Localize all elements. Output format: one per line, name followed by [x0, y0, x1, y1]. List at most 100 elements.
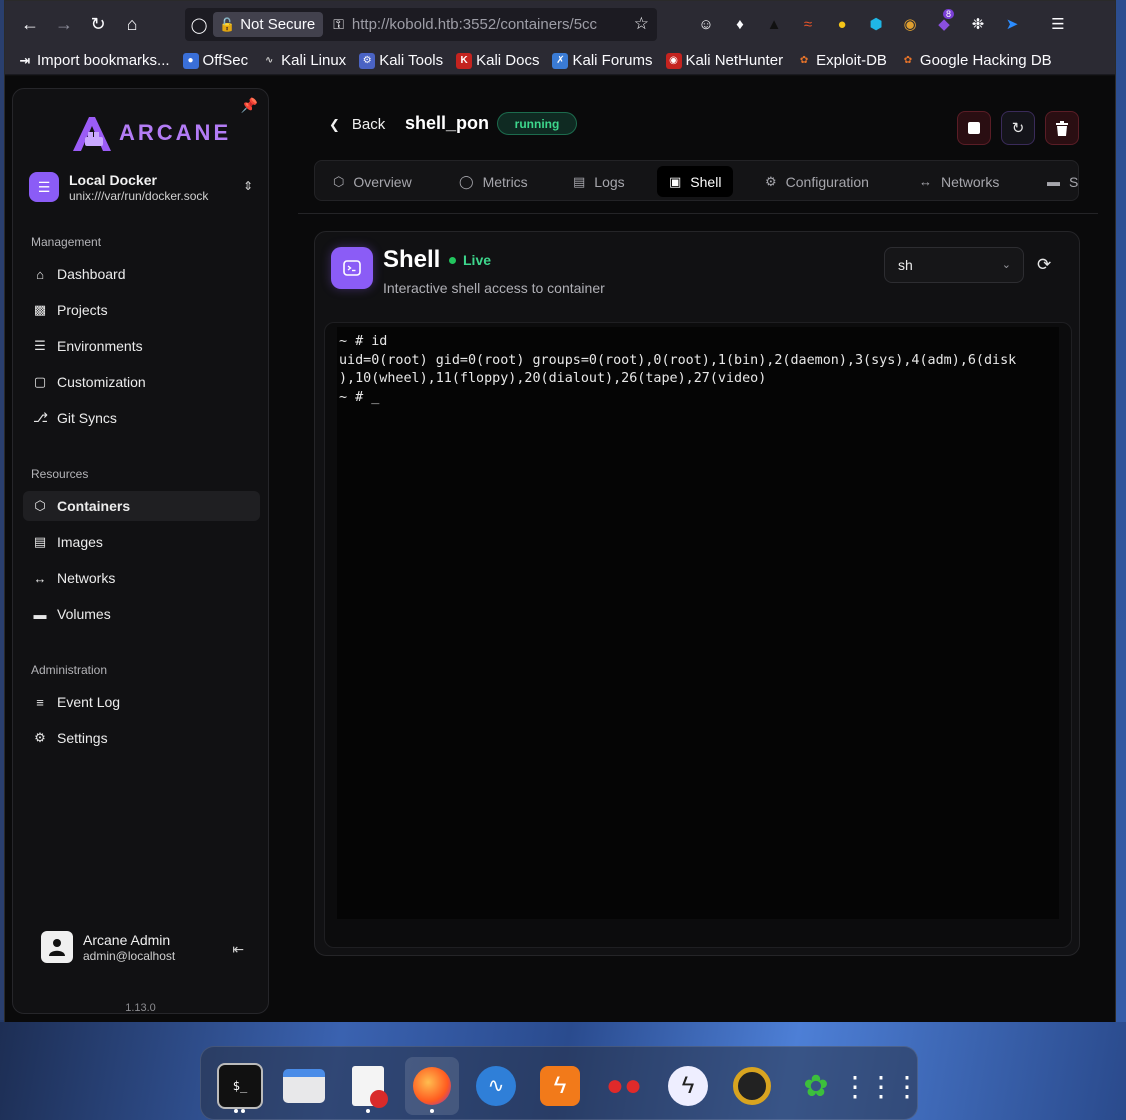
not-secure-badge[interactable]: 🔓 Not Secure — [213, 12, 324, 37]
user-email: admin@localhost — [83, 948, 176, 963]
bookmark-kali-docs[interactable]: K Kali Docs — [456, 52, 539, 69]
stop-button[interactable] — [957, 111, 991, 145]
sidebar-item-environments[interactable]: ☰ Environments — [23, 331, 260, 361]
bookmark-kali-nethunter[interactable]: ◉ Kali NetHunter — [665, 52, 783, 69]
cursor-extension-icon[interactable]: ➤ — [997, 8, 1027, 40]
hard-drive-icon: ▬ — [33, 606, 47, 622]
sidebar-item-label: Containers — [57, 498, 131, 514]
terminal-output[interactable]: ~ # id uid=0(root) gid=0(root) groups=0(r… — [337, 327, 1059, 919]
chevron-left-icon: ❮ — [329, 116, 340, 132]
sidebar-item-images[interactable]: ▤ Images — [23, 527, 260, 557]
tab-metrics[interactable]: ◯ Metrics — [447, 166, 540, 197]
taskbar-dock: $_ ∿ ϟ ●● ϟ ✿ ⋮⋮⋮ — [200, 1046, 921, 1120]
bookmark-star-icon[interactable]: ☆ — [634, 14, 649, 34]
menu-hamburger-icon[interactable]: ☰ — [1043, 8, 1073, 40]
home-icon[interactable]: ⌂ — [115, 7, 149, 41]
browser-toolbar: ← → ↻ ⌂ ◯ 🔓 Not Secure ⚿ http://kobold.h… — [5, 1, 1115, 47]
bookmark-label: Kali Tools — [379, 52, 444, 69]
bookmark-kali-forums[interactable]: ✗ Kali Forums — [552, 52, 653, 69]
bookmark-ghdb[interactable]: ✿ Google Hacking DB — [900, 52, 1052, 69]
rss-extension-icon[interactable]: ≈ — [793, 8, 823, 40]
address-bar[interactable]: ◯ 🔓 Not Secure ⚿ http://kobold.htb:3552/… — [185, 8, 657, 41]
tab-logs[interactable]: ▤ Logs — [561, 166, 637, 197]
bookmark-exploit-db[interactable]: ✿ Exploit-DB — [796, 52, 887, 69]
key-icon[interactable]: ⚿ — [333, 16, 344, 33]
parrot-app-icon[interactable]: ✿ — [793, 1063, 839, 1109]
sidebar-item-label: Settings — [57, 730, 108, 746]
sidebar-item-dashboard[interactable]: ⌂ Dashboard — [23, 259, 260, 289]
sidebar-item-event-log[interactable]: ≡ Event Log — [23, 687, 260, 717]
extension-badge: 8 — [942, 9, 954, 19]
extensions-puzzle-icon[interactable]: ♦ — [725, 8, 755, 40]
sidebar: ARCANE 📌 ☰ Local Docker unix:///var/run/… — [12, 88, 269, 1014]
sidebar-item-git-syncs[interactable]: ⎇ Git Syncs — [23, 403, 260, 433]
radare-app-icon[interactable] — [729, 1063, 775, 1109]
forward-arrow-icon[interactable]: → — [47, 7, 81, 41]
shell-title: Shell — [383, 246, 441, 273]
bookmark-offsec[interactable]: ● OffSec — [182, 52, 248, 69]
tab-overview[interactable]: ⬡ Overview — [321, 166, 424, 197]
sidebar-item-volumes[interactable]: ▬ Volumes — [23, 599, 260, 629]
files-app-icon[interactable] — [281, 1063, 327, 1109]
bookmark-kali-tools[interactable]: ⚙ Kali Tools — [359, 52, 443, 69]
cookie-editor-icon[interactable]: ❉ — [963, 8, 993, 40]
network-icon: ↔ — [33, 570, 47, 586]
hard-drive-icon: ▬ — [1047, 174, 1060, 189]
cherrytree-app-icon[interactable]: ●● — [601, 1063, 647, 1109]
arcane-logo-icon — [73, 117, 111, 151]
bookmark-label: Kali Docs — [476, 52, 540, 69]
bookmark-import[interactable]: ⇥ Import bookmarks... — [17, 52, 170, 69]
environment-switcher[interactable]: ☰ Local Docker unix:///var/run/docker.so… — [29, 167, 255, 207]
hex-extension-icon[interactable]: ⬢ — [861, 8, 891, 40]
restart-icon: ↻ — [1011, 120, 1025, 137]
back-button[interactable]: ❮ Back — [329, 116, 385, 133]
back-arrow-icon[interactable]: ← — [13, 7, 47, 41]
burpsuite-app-icon[interactable]: ϟ — [537, 1063, 583, 1109]
tab-networks[interactable]: ↔ Networks — [907, 166, 1011, 197]
terminal-app-icon[interactable]: $_ — [217, 1063, 263, 1109]
sidebar-item-label: Projects — [57, 302, 108, 318]
sidebar-item-customization[interactable]: ▢ Customization — [23, 367, 260, 397]
cookie-extension-icon[interactable]: ◉ — [895, 8, 925, 40]
account-icon[interactable]: ☺ — [691, 8, 721, 40]
file-icon: ▤ — [573, 173, 586, 189]
browser-window: ← → ↻ ⌂ ◯ 🔓 Not Secure ⚿ http://kobold.h… — [4, 0, 1116, 1022]
sidebar-item-containers[interactable]: ⬡ Containers — [23, 491, 260, 521]
zap-app-icon[interactable]: ϟ — [665, 1063, 711, 1109]
purple-extension-icon[interactable]: ◆ 8 — [929, 8, 959, 40]
delete-button[interactable] — [1045, 111, 1079, 145]
pin-icon[interactable]: 📌 — [241, 97, 258, 114]
kali-icon: ∿ — [264, 55, 274, 66]
status-badge: running — [497, 112, 577, 135]
tab-configuration[interactable]: ⚙ Configuration — [753, 166, 881, 197]
text-editor-app-icon[interactable] — [345, 1063, 391, 1109]
restart-button[interactable]: ↻ — [1001, 111, 1035, 145]
bookmark-label: Kali Linux — [281, 52, 347, 69]
reconnect-icon[interactable]: ⟳ — [1037, 255, 1051, 275]
arcane-logo[interactable]: ARCANE — [69, 113, 231, 153]
tab-storage[interactable]: ▬ St — [1035, 166, 1078, 197]
bookmark-kali-linux[interactable]: ∿ Kali Linux — [261, 52, 346, 69]
logout-icon[interactable]: ⇤ — [232, 941, 244, 958]
sidebar-item-projects[interactable]: ▩ Projects — [23, 295, 260, 325]
firefox-app-icon[interactable] — [405, 1057, 459, 1115]
terminal-container: ~ # id uid=0(root) gid=0(root) groups=0(r… — [324, 322, 1072, 948]
sidebar-item-settings[interactable]: ⚙ Settings — [23, 723, 260, 753]
wireshark-app-icon[interactable]: ∿ — [473, 1063, 519, 1109]
app-grid-icon[interactable]: ⋮⋮⋮ — [841, 1063, 921, 1109]
image-icon: ▤ — [33, 534, 47, 549]
shell-type-select[interactable]: sh ⌄ — [884, 247, 1024, 283]
sidebar-item-label: Images — [57, 534, 103, 550]
ninja-extension-icon[interactable]: ● — [827, 8, 857, 40]
sidebar-item-networks[interactable]: ↔ Networks — [23, 563, 260, 593]
user-profile[interactable]: Arcane Admin admin@localhost — [41, 931, 175, 963]
reload-icon[interactable]: ↻ — [81, 7, 115, 41]
tab-shell[interactable]: ▣ Shell — [657, 166, 734, 197]
hat-extension-icon[interactable]: ▲ — [759, 8, 789, 40]
terminal-line: ~ # _ — [339, 389, 380, 405]
url-text[interactable]: http://kobold.htb:3552/containers/5cc — [352, 16, 622, 33]
tab-label: Overview — [353, 173, 412, 190]
kali-tools-icon: ⚙ — [359, 52, 376, 69]
shell-type-value: sh — [898, 257, 913, 273]
tracking-shield-icon[interactable]: ◯ — [185, 16, 213, 34]
